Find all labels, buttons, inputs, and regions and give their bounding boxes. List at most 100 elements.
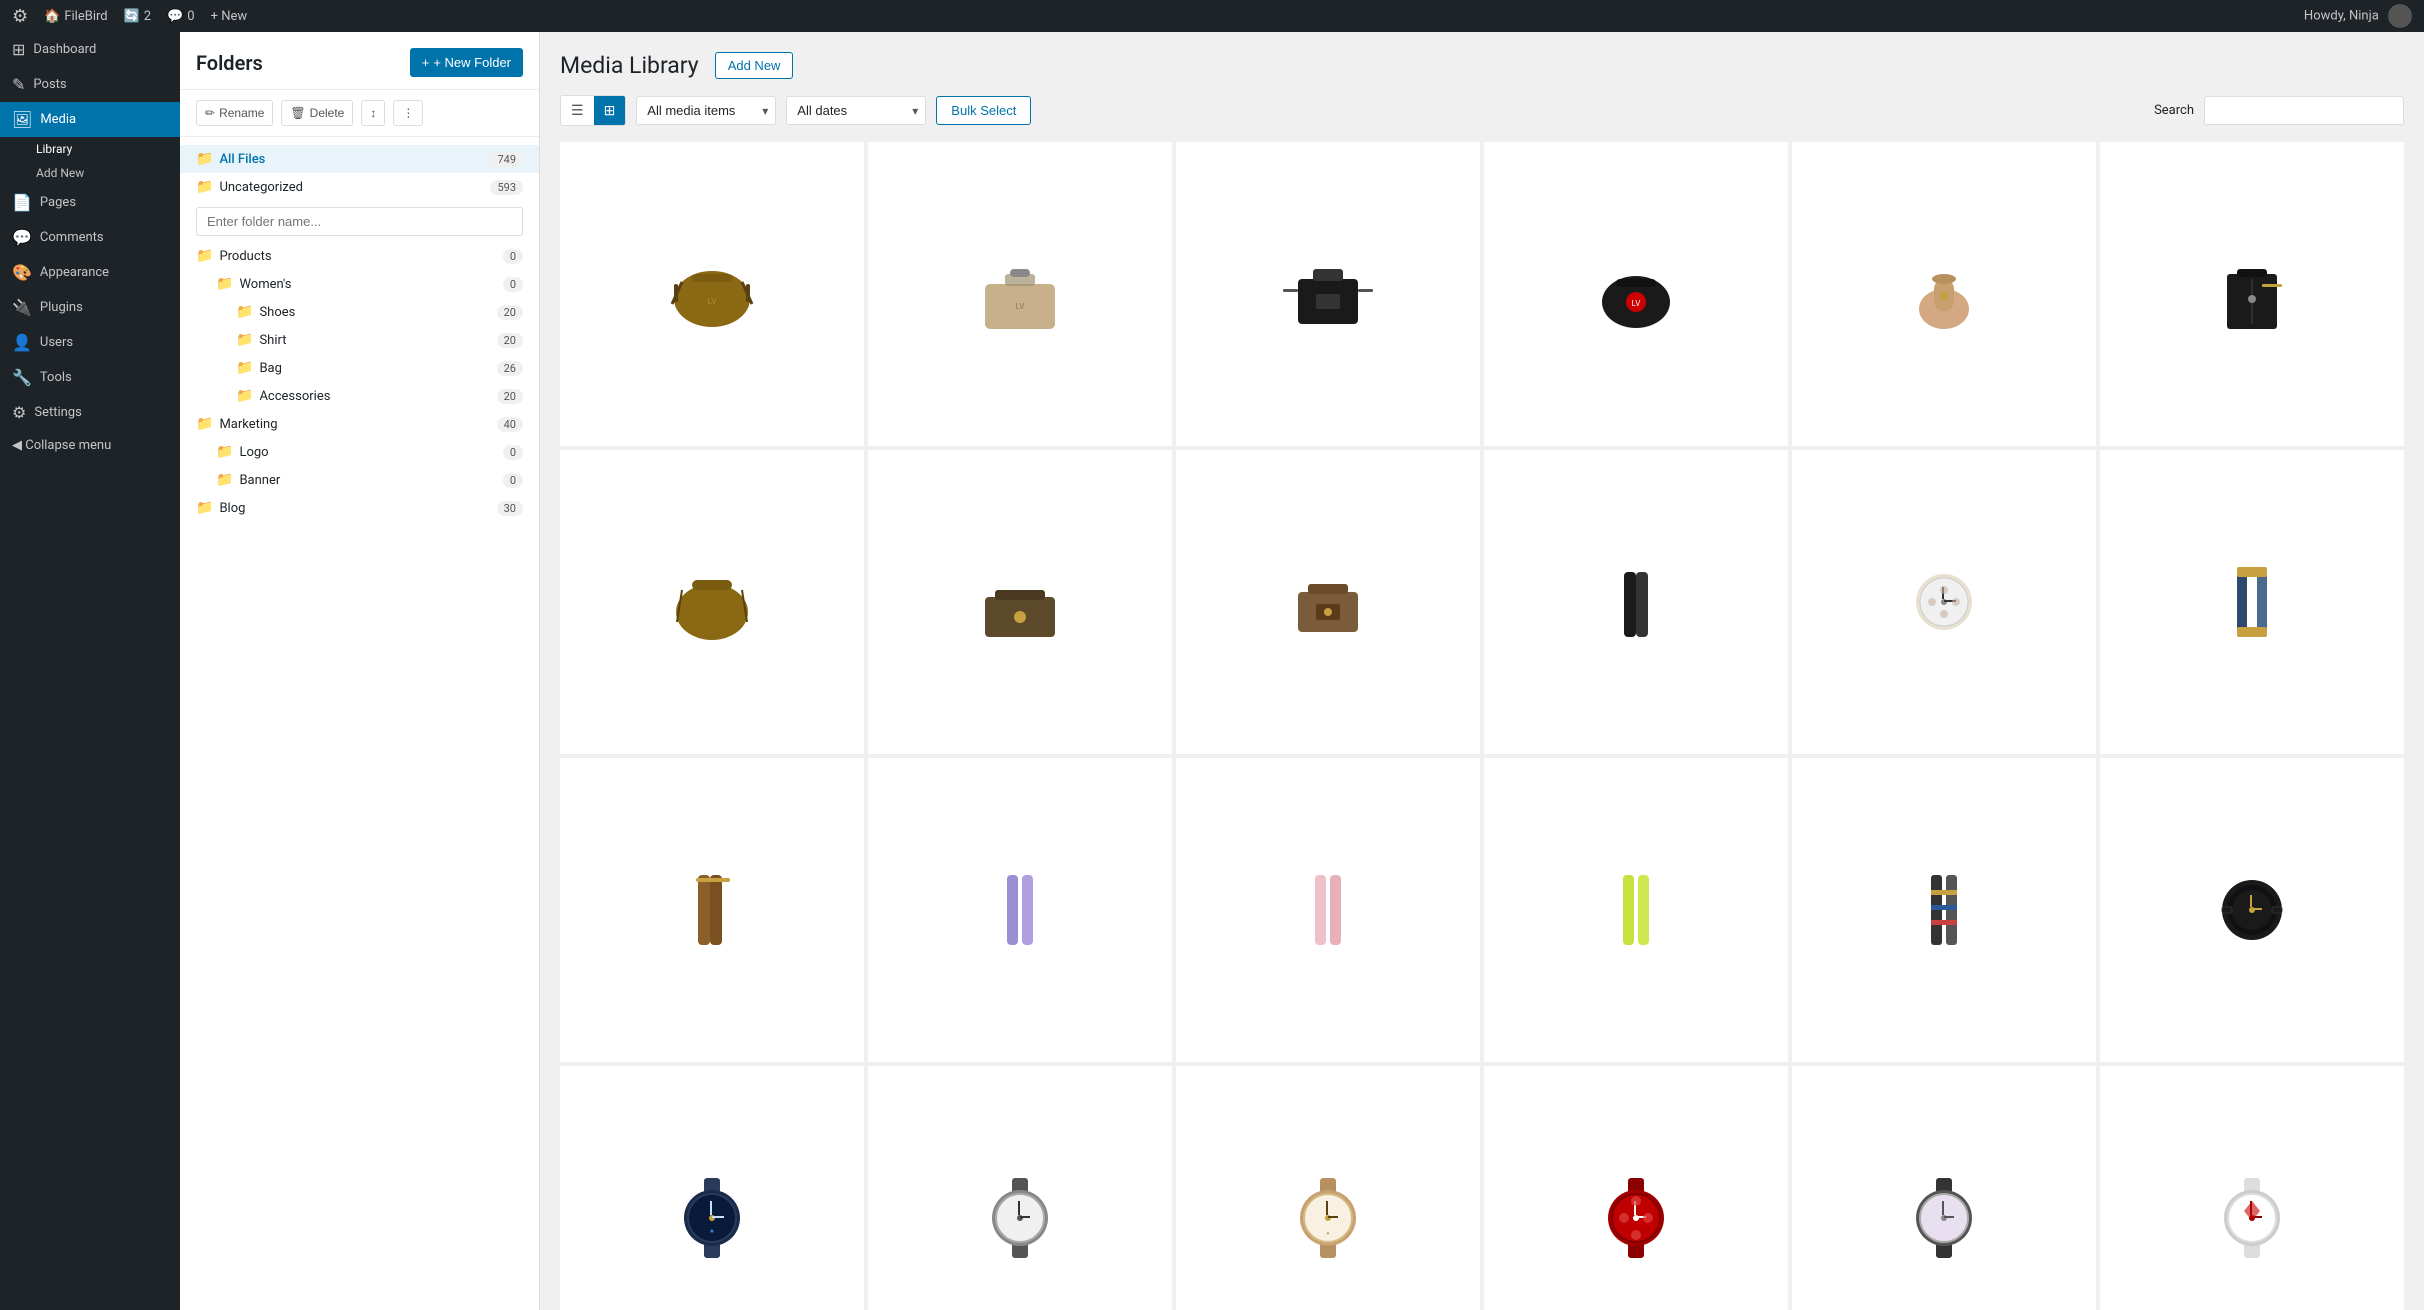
media-type-filter[interactable]: All media items Images Audio Video xyxy=(636,96,776,125)
user-greeting: Howdy, Ninja xyxy=(2304,4,2412,28)
folders-panel: Folders + + New Folder ✏ Rename 🗑 Delete… xyxy=(180,32,540,1310)
media-item[interactable] xyxy=(2100,450,2404,754)
new-content-link[interactable]: + New xyxy=(211,9,248,24)
media-item[interactable] xyxy=(560,450,864,754)
media-item[interactable] xyxy=(560,758,864,1062)
rename-button[interactable]: ✏ Rename xyxy=(196,100,273,126)
media-item[interactable]: LV xyxy=(868,142,1172,446)
womens-label: Women's xyxy=(239,277,502,292)
blog-label: Blog xyxy=(219,501,496,516)
media-item[interactable] xyxy=(1792,142,2096,446)
media-item[interactable] xyxy=(1176,450,1480,754)
sidebar-item-plugins[interactable]: 🔌 Plugins xyxy=(0,290,180,325)
blog-folder-item[interactable]: 📁 Blog 30 xyxy=(180,494,539,522)
list-view-button[interactable]: ☰ xyxy=(561,96,594,125)
accessories-folder-item[interactable]: 📁 Accessories 20 xyxy=(220,382,539,410)
comments-link[interactable]: 💬 0 xyxy=(167,9,195,24)
uncategorized-item[interactable]: 📁 Uncategorized 593 xyxy=(180,173,539,201)
media-item[interactable] xyxy=(1176,758,1480,1062)
sidebar-submenu-library[interactable]: Library xyxy=(28,137,180,161)
media-item[interactable]: ✦ xyxy=(1176,1066,1480,1310)
sidebar-item-users[interactable]: 👤 Users xyxy=(0,325,180,360)
updates-link[interactable]: 🔄 2 xyxy=(124,9,152,24)
search-input[interactable] xyxy=(2204,96,2404,125)
womens-folder-item[interactable]: 📁 Women's 0 xyxy=(200,270,539,298)
shirt-folder-icon: 📁 xyxy=(236,332,253,348)
media-item[interactable] xyxy=(1484,1066,1788,1310)
all-files-label: All Files xyxy=(219,152,490,167)
sidebar-item-pages[interactable]: 📄 Pages xyxy=(0,185,180,220)
media-item[interactable] xyxy=(2100,142,2404,446)
sidebar-item-label: Plugins xyxy=(40,300,83,315)
sidebar-item-posts[interactable]: ✎ Posts xyxy=(0,67,180,102)
media-item[interactable] xyxy=(1484,450,1788,754)
media-item[interactable] xyxy=(1792,1066,2096,1310)
media-item[interactable]: LV xyxy=(1484,142,1788,446)
folder-name-input[interactable] xyxy=(196,207,523,236)
more-options-button[interactable]: ⋮ xyxy=(393,100,423,126)
collapse-menu[interactable]: ◀ Collapse menu xyxy=(0,430,180,461)
add-new-button[interactable]: Add New xyxy=(715,52,794,79)
users-icon: 👤 xyxy=(12,333,32,352)
sidebar-item-media[interactable]: 🖼 Media xyxy=(0,102,180,137)
media-item[interactable] xyxy=(868,1066,1172,1310)
date-filter[interactable]: All dates January 2024 February 2024 xyxy=(786,96,926,125)
delete-button[interactable]: 🗑 Delete xyxy=(281,100,353,126)
media-item[interactable] xyxy=(1792,450,2096,754)
sort-button[interactable]: ↕ xyxy=(361,100,385,126)
bulk-select-button[interactable]: Bulk Select xyxy=(936,96,1031,125)
sidebar-item-dashboard[interactable]: ⊞ Dashboard xyxy=(0,32,180,67)
bag-folder-icon: 📁 xyxy=(236,360,253,376)
grid-view-button[interactable]: ⊞ xyxy=(594,96,626,125)
banner-folder-item[interactable]: 📁 Banner 0 xyxy=(200,466,539,494)
all-files-item[interactable]: 📁 All Files 749 xyxy=(180,145,539,173)
media-item[interactable]: ★ xyxy=(560,1066,864,1310)
womens-folder-icon: 📁 xyxy=(216,276,233,292)
shirt-label: Shirt xyxy=(259,333,496,348)
marketing-folder-item[interactable]: 📁 Marketing 40 xyxy=(180,410,539,438)
new-folder-button[interactable]: + + New Folder xyxy=(410,48,523,77)
shoes-folder-item[interactable]: 📁 Shoes 20 xyxy=(220,298,539,326)
bag-label: Bag xyxy=(259,361,496,376)
sidebar-item-settings[interactable]: ⚙ Settings xyxy=(0,395,180,430)
media-submenu: Library Add New xyxy=(0,137,180,185)
new-folder-icon: + xyxy=(422,55,430,70)
comments-icon: 💬 xyxy=(167,9,183,24)
accessories-folder-icon: 📁 xyxy=(236,388,253,404)
bag-folder-item[interactable]: 📁 Bag 26 xyxy=(220,354,539,382)
media-item[interactable] xyxy=(1176,142,1480,446)
shoes-label: Shoes xyxy=(259,305,496,320)
bag-count: 26 xyxy=(497,361,523,376)
svg-text:✦: ✦ xyxy=(1326,1231,1330,1237)
logo-folder-item[interactable]: 📁 Logo 0 xyxy=(200,438,539,466)
media-item[interactable] xyxy=(1484,758,1788,1062)
media-header: Media Library Add New xyxy=(560,52,2404,79)
updates-count: 2 xyxy=(144,9,151,24)
new-content-label: + New xyxy=(211,9,248,24)
media-item[interactable] xyxy=(868,450,1172,754)
posts-icon: ✎ xyxy=(12,75,25,94)
media-icon: 🖼 xyxy=(12,110,32,129)
media-item[interactable] xyxy=(868,758,1172,1062)
site-name-link[interactable]: 🏠 FileBird xyxy=(44,9,107,24)
sidebar-item-comments[interactable]: 💬 Comments xyxy=(0,220,180,255)
media-item[interactable] xyxy=(1792,758,2096,1062)
plugins-icon: 🔌 xyxy=(12,298,32,317)
logo-count: 0 xyxy=(503,445,523,460)
sidebar-item-appearance[interactable]: 🎨 Appearance xyxy=(0,255,180,290)
all-files-icon: 📁 xyxy=(196,151,213,167)
media-item[interactable]: LV xyxy=(560,142,864,446)
date-filter-wrapper: All dates January 2024 February 2024 xyxy=(786,96,926,125)
sidebar-submenu-add-new[interactable]: Add New xyxy=(28,161,180,185)
rename-label: Rename xyxy=(219,106,264,120)
sidebar: ⊞ Dashboard ✎ Posts 🖼 Media Library Add … xyxy=(0,32,180,1310)
media-item[interactable] xyxy=(2100,1066,2404,1310)
top-bar-left: ⚙ 🏠 FileBird 🔄 2 💬 0 + New xyxy=(12,6,247,27)
marketing-children: 📁 Logo 0 📁 Banner 0 xyxy=(180,438,539,494)
media-item[interactable] xyxy=(2100,758,2404,1062)
wp-logo-link[interactable]: ⚙ xyxy=(12,6,28,27)
logo-folder-icon: 📁 xyxy=(216,444,233,460)
sidebar-item-tools[interactable]: 🔧 Tools xyxy=(0,360,180,395)
shirt-folder-item[interactable]: 📁 Shirt 20 xyxy=(220,326,539,354)
products-folder-item[interactable]: 📁 Products 0 xyxy=(180,242,539,270)
